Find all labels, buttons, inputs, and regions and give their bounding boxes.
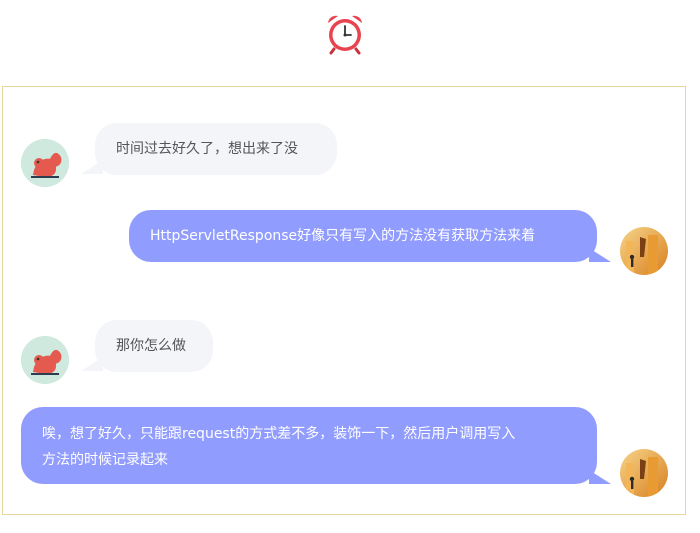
message-text: 时间过去好久了，想出来了没 <box>116 141 298 157</box>
message-bubble: HttpServletResponse好像只有写入的方法没有获取方法来着 <box>129 210 597 262</box>
squirrel-avatar <box>21 336 69 384</box>
alarm-clock-icon <box>324 13 366 55</box>
message-bubble: 唉，想了好久，只能跟request的方式差不多，装饰一下，然后用户调用写入 方法… <box>21 407 597 484</box>
user-avatar <box>620 449 668 497</box>
message-text-line: 唉，想了好久，只能跟request的方式差不多，装饰一下，然后用户调用写入 <box>42 426 516 442</box>
chat-container: 时间过去好久了，想出来了没 HttpServletResponse好像只有写入的… <box>2 86 686 515</box>
bubble-tail <box>589 470 611 484</box>
message-text: HttpServletResponse好像只有写入的方法没有获取方法来着 <box>150 228 536 244</box>
squirrel-avatar <box>21 139 69 187</box>
user-avatar <box>620 227 668 275</box>
message-text-line: 方法的时候记录起来 <box>42 452 168 468</box>
message-bubble: 时间过去好久了，想出来了没 <box>95 123 337 175</box>
message-bubble: 那你怎么做 <box>95 320 213 372</box>
message-text: 那你怎么做 <box>116 338 186 354</box>
bubble-tail <box>589 248 611 262</box>
